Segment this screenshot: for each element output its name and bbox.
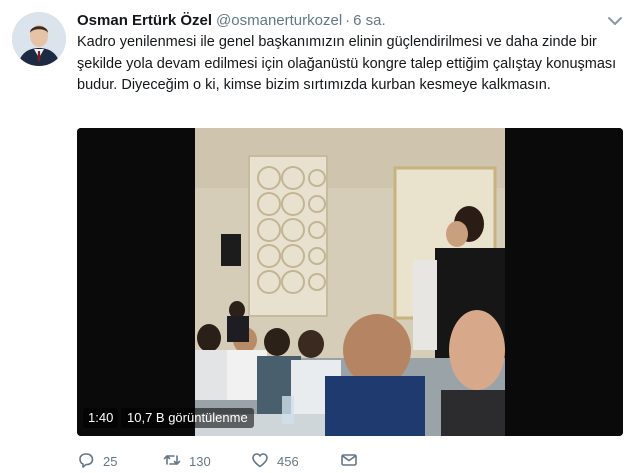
tweet-text: Kadro yenilenmesi ile genel başkanımızın… — [77, 34, 617, 93]
retweet-count: 130 — [189, 453, 211, 469]
retweet-button[interactable]: 130 — [163, 450, 211, 472]
video-player[interactable]: 1:40 10,7 B görüntülenme — [77, 128, 623, 436]
retweet-icon — [163, 451, 181, 472]
reply-count: 25 — [103, 453, 118, 469]
author-handle[interactable]: @osmanerturkozel — [216, 12, 342, 29]
like-count: 456 — [277, 453, 299, 469]
video-duration-badge: 1:40 — [83, 408, 119, 428]
separator-dot: · — [345, 12, 351, 29]
reply-icon — [77, 451, 95, 472]
avatar[interactable] — [12, 12, 66, 66]
direct-message-button[interactable] — [340, 450, 358, 472]
heart-icon — [251, 451, 269, 472]
tweet-actions: 25 130 456 — [77, 450, 377, 472]
tweet-card: Osman Ertürk Özel @osmanerturkozel · 6 sa. … — [0, 0, 640, 473]
reply-button[interactable]: 25 — [77, 450, 117, 472]
tweet-header: Osman Ertürk Özel @osmanerturkozel · 6 sa. — [77, 10, 386, 32]
video-frame — [77, 128, 623, 436]
like-button[interactable]: 456 — [251, 450, 299, 472]
envelope-icon — [340, 451, 358, 472]
author-name[interactable]: Osman Ertürk Özel — [77, 12, 212, 29]
profile-photo — [12, 12, 66, 66]
video-views-badge: 10,7 B görüntülenme — [121, 408, 254, 428]
chevron-down-icon[interactable] — [607, 14, 623, 26]
tweet-time[interactable]: 6 sa. — [353, 12, 386, 29]
